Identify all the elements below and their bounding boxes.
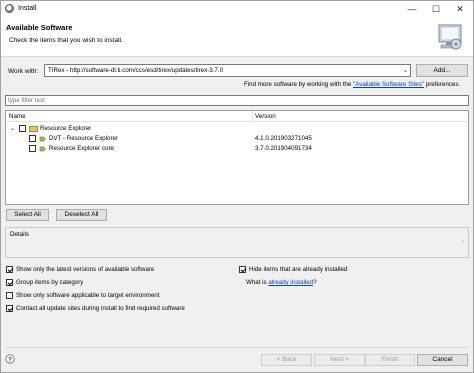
help-glyph: ? (8, 357, 12, 363)
what-is-installed-line: What is already installed? (246, 279, 317, 286)
deselect-all-button[interactable]: Deselect All (56, 209, 107, 221)
select-all-button[interactable]: Select All (6, 209, 49, 221)
column-header-name[interactable]: Name (9, 113, 26, 120)
hide-installed-checkbox[interactable] (239, 266, 246, 273)
column-separator[interactable] (252, 111, 253, 122)
back-button[interactable]: < Back (261, 354, 312, 366)
hide-installed-label: Hide items that are already installed (249, 266, 348, 273)
hint-suffix: preferences. (424, 81, 461, 88)
filter-field[interactable] (5, 95, 469, 106)
row-name: Resource Explorer core (49, 145, 114, 152)
work-with-combo[interactable]: TIRex - http://software-dl.ti.com/ccs/es… (44, 64, 411, 77)
page-title: Available Software (6, 23, 73, 32)
group-by-category-label: Group items by category (16, 279, 84, 286)
feature-plugin-icon (39, 136, 46, 142)
tree-toggle-icon[interactable]: ⌄ (10, 125, 15, 132)
window-title: Install (18, 5, 37, 12)
latest-versions-label: Show only the latest versions of availab… (16, 266, 155, 273)
table-row[interactable]: ⌄ Resource Explorer (6, 124, 468, 134)
target-environment-checkbox[interactable] (6, 292, 13, 299)
column-header-version[interactable]: Version (255, 113, 276, 120)
target-environment-label: Show only software applicable to target … (16, 292, 160, 299)
table-row[interactable]: Resource Explorer core 3.7.0.20190409173… (6, 144, 468, 154)
add-button[interactable]: Add... (416, 64, 468, 77)
what-is-prefix: What is (246, 279, 269, 286)
contact-update-sites-checkbox[interactable] (6, 305, 13, 312)
latest-versions-checkbox[interactable] (6, 266, 13, 273)
help-icon[interactable]: ? (5, 354, 15, 364)
software-table: Name Version ⌄ Resource Explorer DVT - R… (5, 110, 469, 205)
available-software-sites-link[interactable]: "Available Software Sites" (353, 81, 424, 88)
finish-button[interactable]: Finish (365, 354, 415, 366)
next-button[interactable]: Next > (314, 354, 365, 366)
hint-prefix: Find more software by working with the (244, 81, 354, 88)
table-header: Name Version (6, 111, 468, 122)
minimize-button[interactable]: — (400, 1, 424, 17)
details-panel: Details ⌃ (5, 227, 469, 258)
maximize-button[interactable]: ☐ (424, 1, 448, 17)
row-version: 4.1.0.201903271045 (255, 135, 312, 142)
footer-divider (5, 347, 469, 348)
filter-input[interactable] (6, 96, 468, 105)
install-wizard-icon (438, 24, 462, 50)
category-folder-icon (29, 126, 38, 132)
work-with-value: TIRex - http://software-dl.ti.com/ccs/es… (48, 67, 224, 74)
row-version: 3.7.0.201904091734 (255, 145, 312, 152)
page-subtitle: Check the items that you wish to install… (9, 37, 123, 44)
scroll-up-icon[interactable]: ⌃ (460, 240, 465, 247)
row-checkbox[interactable] (29, 145, 36, 152)
eclipse-icon (5, 4, 14, 13)
work-with-label: Work with: (8, 68, 39, 75)
contact-update-sites-label: Contact all update sites during install … (16, 305, 185, 312)
close-button[interactable]: ✕ (448, 1, 472, 17)
already-installed-link[interactable]: already installed (268, 279, 313, 286)
feature-plugin-icon (39, 146, 46, 152)
available-sites-hint: Find more software by working with the "… (244, 81, 460, 88)
details-label: Details (10, 231, 29, 238)
title-bar: Install — ☐ ✕ (1, 1, 473, 17)
cancel-button[interactable]: Cancel (417, 354, 468, 366)
row-name: DVT - Resource Explorer (49, 135, 119, 142)
table-row[interactable]: DVT - Resource Explorer 4.1.0.2019032710… (6, 134, 468, 144)
group-by-category-checkbox[interactable] (6, 279, 13, 286)
chevron-down-icon[interactable]: ⌄ (403, 67, 408, 74)
what-is-suffix: ? (313, 279, 317, 286)
row-name: Resource Explorer (40, 125, 92, 132)
row-checkbox[interactable] (29, 135, 36, 142)
row-checkbox[interactable] (19, 125, 26, 132)
wizard-banner: Available Software Check the items that … (1, 17, 473, 57)
install-window: Install — ☐ ✕ Available Software Check t… (0, 0, 474, 373)
